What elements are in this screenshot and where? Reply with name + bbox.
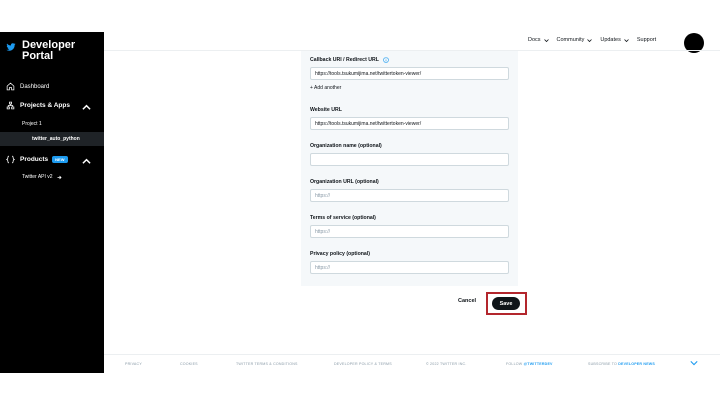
brand-line-2: Portal	[22, 50, 54, 62]
footer-link-terms[interactable]: TWITTER TERMS & CONDITIONS	[236, 362, 298, 366]
organization-url-label: Organization URL (optional)	[310, 179, 379, 185]
organization-name-label: Organization name (optional)	[310, 143, 382, 149]
privacy-policy-label: Privacy policy (optional)	[310, 251, 370, 257]
organization-url-input[interactable]	[310, 189, 509, 202]
footer-subscribe-link[interactable]: DEVELOPER NEWS	[618, 362, 655, 366]
nav-community-label: Community	[556, 37, 585, 43]
callback-uri-label-text: Callback URI / Redirect URL	[310, 57, 379, 63]
sidebar-item-app-name[interactable]: twitter_auto_python	[32, 136, 80, 142]
sidebar-item-products[interactable]: Products NEW	[6, 155, 104, 164]
privacy-policy-input[interactable]	[310, 261, 509, 274]
footer-link-cookies[interactable]: COOKIES	[180, 362, 198, 366]
chevron-down-icon	[624, 38, 629, 42]
sidebar-item-label: Products	[20, 156, 49, 163]
chevron-down-icon[interactable]	[690, 360, 698, 366]
save-button[interactable]: Save	[492, 297, 520, 310]
footer-copyright: © 2022 TWITTER INC.	[426, 362, 467, 366]
callback-uri-label: Callback URI / Redirect URL	[310, 57, 389, 63]
info-icon[interactable]	[383, 57, 389, 63]
footer-follow-handle[interactable]: @TWITTERDEV	[524, 362, 553, 366]
braces-icon	[6, 155, 15, 164]
chevron-up-icon[interactable]	[82, 103, 91, 112]
twitter-bird-icon	[6, 43, 16, 51]
add-another-link[interactable]: + Add another	[310, 85, 341, 91]
chevron-down-icon	[543, 38, 549, 42]
new-badge: NEW	[52, 156, 68, 163]
chevron-down-icon	[587, 38, 593, 42]
nav-updates-label: Updates	[600, 37, 621, 43]
callback-uri-input[interactable]	[310, 67, 509, 80]
website-url-input[interactable]	[310, 117, 509, 130]
footer-link-developer-policy[interactable]: DEVELOPER POLICY & TERMS	[334, 362, 392, 366]
top-letterbox	[0, 0, 720, 32]
nav-updates[interactable]: Updates	[600, 37, 629, 43]
project-tree-icon	[6, 101, 15, 110]
sidebar-item-dashboard[interactable]: Dashboard	[6, 82, 49, 91]
nav-support-label: Support	[636, 37, 657, 43]
bottom-letterbox	[0, 373, 720, 405]
brand[interactable]: Developer Portal	[6, 40, 75, 62]
sidebar-item-label: Dashboard	[20, 83, 50, 90]
sidebar-item-projects[interactable]: Projects & Apps	[6, 101, 104, 110]
sidebar-item-label: Projects & Apps	[20, 102, 70, 109]
top-nav: Docs Community Updates Support	[528, 37, 664, 43]
sidebar-item-label: Twitter API v2	[22, 174, 53, 180]
arrow-right-icon	[57, 175, 62, 179]
footer-follow[interactable]: FOLLOW @TWITTERDEV	[506, 362, 553, 366]
nav-community[interactable]: Community	[557, 37, 593, 43]
terms-of-service-input[interactable]	[310, 225, 509, 238]
footer-subscribe[interactable]: SUBSCRIBE TO DEVELOPER NEWS	[588, 362, 655, 366]
website-url-label: Website URL	[310, 107, 342, 113]
nav-docs-label: Docs	[528, 37, 541, 43]
sidebar-item-project-1[interactable]: Project 1	[22, 121, 42, 127]
organization-name-input[interactable]	[310, 153, 509, 166]
footer-link-privacy[interactable]: PRIVACY	[125, 362, 142, 366]
sidebar: Developer Portal Dashboard Projects & Ap…	[0, 32, 104, 373]
footer: PRIVACY COOKIES TWITTER TERMS & CONDITIO…	[104, 354, 720, 373]
home-icon	[6, 82, 15, 91]
nav-docs[interactable]: Docs	[528, 37, 549, 43]
footer-follow-prefix: FOLLOW	[506, 362, 523, 366]
cancel-button[interactable]: Cancel	[458, 298, 476, 304]
nav-support[interactable]: Support	[637, 37, 656, 43]
terms-of-service-label: Terms of service (optional)	[310, 215, 376, 221]
footer-subscribe-prefix: SUBSCRIBE TO	[588, 362, 618, 366]
chevron-up-icon[interactable]	[82, 157, 91, 166]
sidebar-item-twitter-api[interactable]: Twitter API v2	[22, 174, 62, 180]
